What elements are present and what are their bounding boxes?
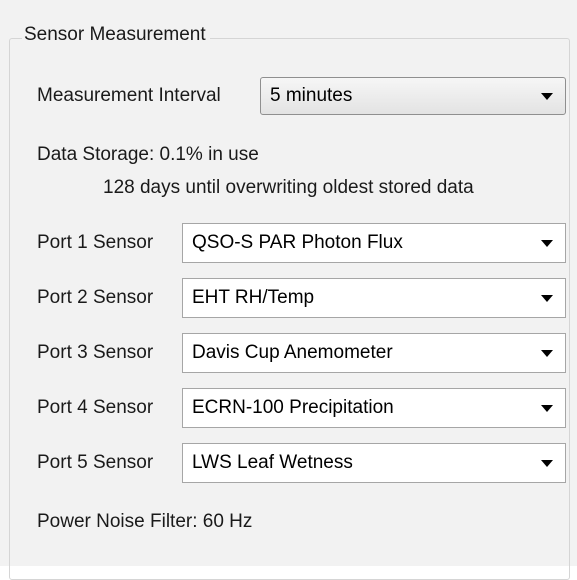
port-3-sensor-dropdown[interactable]: Davis Cup Anemometer xyxy=(182,333,566,373)
port-5-sensor-dropdown[interactable]: LWS Leaf Wetness xyxy=(182,443,566,483)
storage-days-text: 128 days until overwriting oldest stored… xyxy=(103,177,474,198)
chevron-down-icon xyxy=(541,240,553,247)
port-2-label: Port 2 Sensor xyxy=(37,287,154,308)
port-3-sensor-value: Davis Cup Anemometer xyxy=(192,342,393,363)
port-5-label: Port 5 Sensor xyxy=(37,452,154,473)
settings-panel: Sensor Measurement Measurement Interval … xyxy=(0,0,577,580)
chevron-down-icon xyxy=(541,295,553,302)
power-noise-filter-text: Power Noise Filter: 60 Hz xyxy=(37,511,253,532)
port-4-sensor-dropdown[interactable]: ECRN-100 Precipitation xyxy=(182,388,566,428)
chevron-down-icon xyxy=(541,405,553,412)
measurement-interval-dropdown[interactable]: 5 minutes xyxy=(260,77,566,115)
port-4-label: Port 4 Sensor xyxy=(37,397,154,418)
port-1-sensor-dropdown[interactable]: QSO-S PAR Photon Flux xyxy=(182,223,566,263)
port-2-sensor-value: EHT RH/Temp xyxy=(192,287,315,308)
port-2-sensor-dropdown[interactable]: EHT RH/Temp xyxy=(182,278,566,318)
port-3-label: Port 3 Sensor xyxy=(37,342,154,363)
measurement-interval-label: Measurement Interval xyxy=(37,85,221,106)
port-1-sensor-value: QSO-S PAR Photon Flux xyxy=(192,232,403,253)
measurement-interval-value: 5 minutes xyxy=(270,85,353,106)
port-5-sensor-value: LWS Leaf Wetness xyxy=(192,452,353,473)
chevron-down-icon xyxy=(541,350,553,357)
chevron-down-icon xyxy=(541,93,553,100)
port-4-sensor-value: ECRN-100 Precipitation xyxy=(192,397,394,418)
port-1-label: Port 1 Sensor xyxy=(37,232,154,253)
chevron-down-icon xyxy=(541,460,553,467)
group-title: Sensor Measurement xyxy=(22,24,210,46)
data-storage-text: Data Storage: 0.1% in use xyxy=(37,144,259,165)
